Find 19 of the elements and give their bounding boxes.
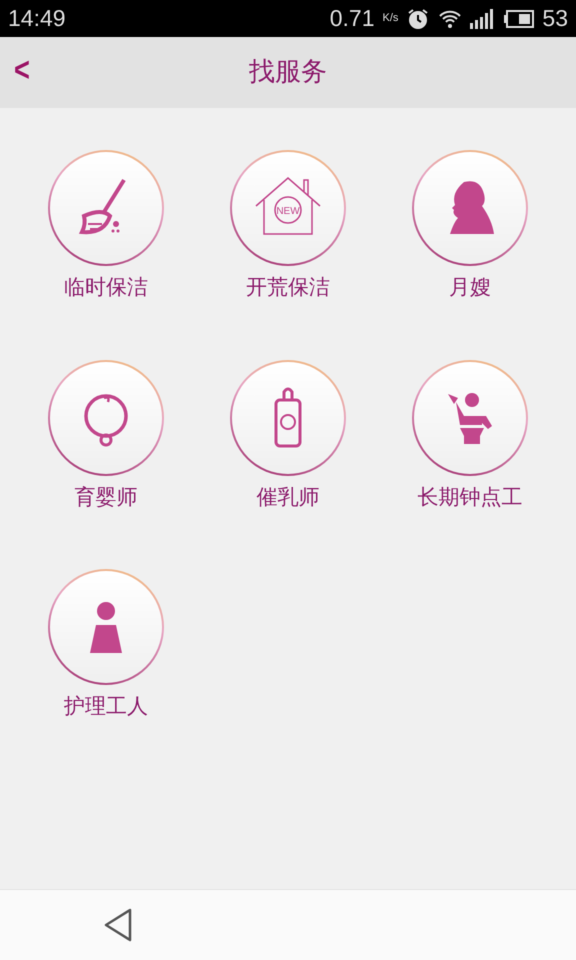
back-icon[interactable] [103, 908, 133, 942]
new-label: NEW [276, 206, 300, 217]
service-label[interactable]: 长期钟点工 [418, 482, 522, 513]
service-label[interactable]: 开荒保洁 [246, 272, 330, 304]
speed-unit: K/s [382, 11, 398, 26]
service-label[interactable]: 催乳师 [256, 482, 320, 513]
wifi-icon [438, 8, 462, 28]
battery-icon [504, 10, 534, 28]
service-label[interactable]: 育婴师 [74, 482, 138, 513]
service-label[interactable]: 临时保洁 [64, 272, 148, 304]
service-icon-circle[interactable]: NEW [230, 150, 346, 266]
page-title: 找服务 [249, 56, 327, 89]
service-label[interactable]: 月嫂 [449, 272, 491, 304]
clock-time: 14:49 [8, 4, 66, 34]
back-button[interactable]: < [9, 49, 35, 91]
network-speed: 0.71 [330, 4, 374, 34]
battery-level: 53 [542, 4, 568, 34]
alarm-icon [406, 6, 430, 30]
service-label[interactable]: 护理工人 [64, 691, 148, 722]
